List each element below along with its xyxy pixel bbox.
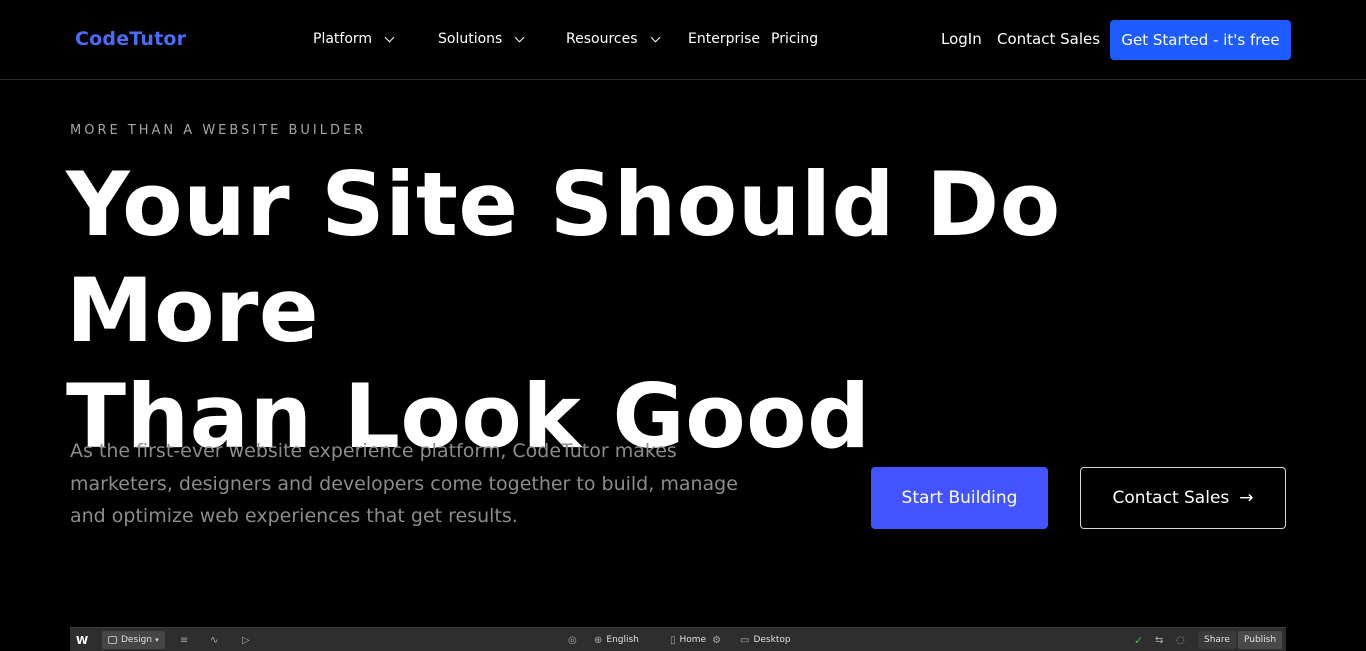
get-started-button[interactable]: Get Started - it's free bbox=[1110, 20, 1291, 60]
chevron-down-icon bbox=[384, 32, 395, 42]
contact-sales-button-label: Contact Sales bbox=[1112, 488, 1230, 508]
nav-solutions-label: Solutions bbox=[438, 31, 503, 47]
globe-icon: ⊕ bbox=[594, 634, 603, 646]
nav-solutions-dropdown[interactable]: Solutions bbox=[438, 31, 525, 47]
design-mode-icon bbox=[108, 636, 117, 644]
chevron-down-icon bbox=[514, 32, 525, 42]
breakpoint-selector[interactable]: ▭ Desktop bbox=[740, 628, 791, 651]
nav-platform-label: Platform bbox=[313, 31, 373, 47]
editor-preview-toolbar: W Design ▾ ≡ ∿ ▷ ◎ ⊕ English ▯ Home ⚙ ▭ … bbox=[70, 627, 1286, 651]
nav-resources-dropdown[interactable]: Resources bbox=[566, 31, 660, 47]
language-selector[interactable]: ⊕ English bbox=[594, 628, 639, 651]
chevron-down-icon: ▾ bbox=[155, 636, 159, 644]
breakpoint-label: Desktop bbox=[753, 635, 791, 645]
contact-sales-link[interactable]: Contact Sales bbox=[997, 30, 1100, 48]
page-icon: ▯ bbox=[670, 634, 676, 646]
desktop-icon: ▭ bbox=[740, 634, 750, 646]
login-link[interactable]: LogIn bbox=[941, 30, 982, 48]
share-button[interactable]: Share bbox=[1198, 631, 1236, 649]
arrow-right-icon: → bbox=[1239, 488, 1254, 508]
check-icon: ✓ bbox=[1134, 633, 1144, 647]
page-label: Home bbox=[679, 635, 707, 645]
editor-logo: W bbox=[76, 633, 89, 647]
nav-enterprise-link[interactable]: Enterprise bbox=[688, 31, 760, 47]
hero-eyebrow: MORE THAN A WEBSITE BUILDER bbox=[70, 123, 367, 138]
gear-icon: ⚙ bbox=[712, 634, 722, 646]
focus-icon[interactable]: ◎ bbox=[568, 628, 577, 651]
export-icon[interactable]: ⇆ bbox=[1155, 628, 1163, 651]
editor-mode-label: Design bbox=[121, 635, 153, 645]
language-label: English bbox=[606, 635, 639, 645]
publish-button[interactable]: Publish bbox=[1238, 631, 1283, 649]
brand-logo[interactable]: CodeTutor bbox=[75, 28, 186, 50]
top-navigation: CodeTutor Platform Solutions Resources E… bbox=[0, 0, 1366, 80]
nav-platform-dropdown[interactable]: Platform bbox=[313, 31, 395, 47]
nav-pricing-link[interactable]: Pricing bbox=[771, 31, 818, 47]
hero-subtitle: As the first-ever website experience pla… bbox=[70, 440, 738, 527]
hero-title: Your Site Should Do More Than Look Good bbox=[66, 152, 1266, 470]
editor-design-mode-button[interactable]: Design ▾ bbox=[102, 631, 165, 649]
contact-sales-button[interactable]: Contact Sales → bbox=[1080, 467, 1286, 529]
database-icon[interactable]: ≡ bbox=[180, 628, 188, 651]
analytics-icon[interactable]: ∿ bbox=[210, 628, 218, 651]
comment-icon[interactable]: ◌ bbox=[1176, 628, 1185, 651]
play-icon[interactable]: ▷ bbox=[242, 628, 250, 651]
hero-title-line-1: Your Site Should Do More bbox=[66, 153, 1061, 362]
start-building-button[interactable]: Start Building bbox=[871, 467, 1048, 529]
page-selector[interactable]: ▯ Home ⚙ bbox=[670, 628, 721, 651]
nav-resources-label: Resources bbox=[566, 31, 638, 47]
chevron-down-icon bbox=[650, 32, 660, 42]
